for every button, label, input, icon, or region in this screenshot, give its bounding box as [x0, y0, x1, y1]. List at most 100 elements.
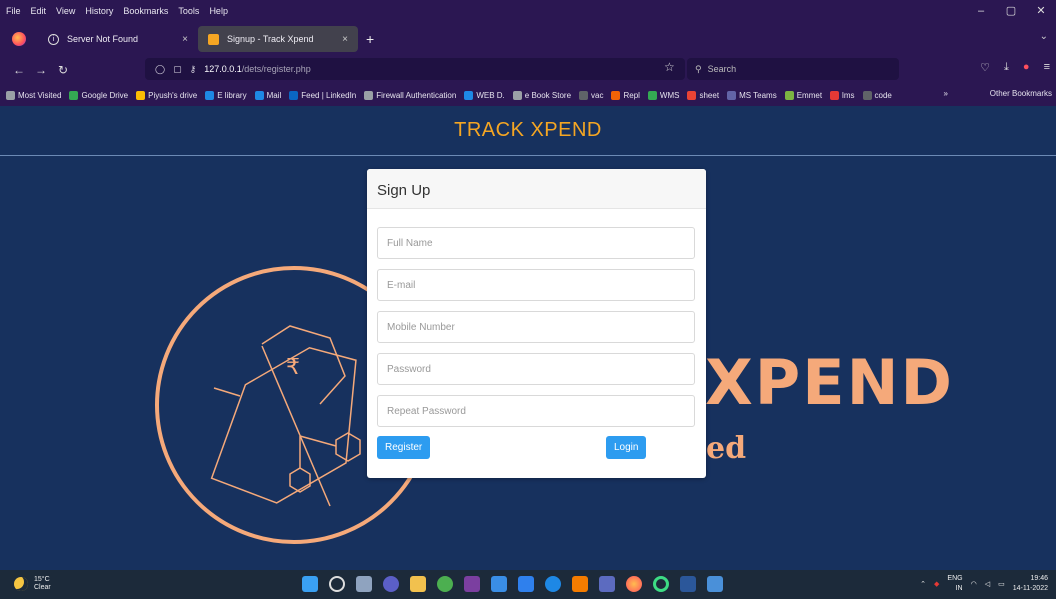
clock[interactable]: 19:46 14-11-2022: [1013, 574, 1048, 594]
background-brand-subtext: ed: [706, 431, 747, 466]
tab-close-icon[interactable]: ×: [182, 34, 188, 45]
bookmark-item[interactable]: MS Teams: [727, 90, 777, 100]
bookmark-label: e Book Store: [524, 90, 572, 100]
chat-icon[interactable]: [383, 576, 399, 592]
tab-bar: i Server Not Found × Signup - Track Xpen…: [0, 22, 1056, 56]
tray-app-icon[interactable]: ◆: [934, 580, 939, 588]
forward-icon[interactable]: →: [30, 63, 52, 77]
bookmark-favicon-icon: [6, 90, 15, 100]
bookmark-label: Emmet: [796, 90, 823, 100]
bookmark-item[interactable]: Emmet: [784, 90, 823, 100]
bookmark-item[interactable]: WMS: [647, 90, 679, 100]
tab-close-icon[interactable]: ×: [342, 34, 348, 45]
taskbar: 15°C Clear ⌃ ◆ ENG IN ◠ ◁ ▭ 19:46 14-11-…: [0, 570, 1056, 599]
downloads-icon[interactable]: ⤓: [1004, 61, 1009, 74]
tab-title: Signup - Track Xpend: [227, 34, 314, 44]
menu-tools[interactable]: Tools: [178, 6, 199, 16]
bookmark-item[interactable]: Feed | LinkedIn: [289, 90, 356, 100]
bookmarks-overflow-button[interactable]: »: [944, 89, 948, 98]
tab-signup[interactable]: Signup - Track Xpend ×: [198, 26, 358, 52]
bookmark-item[interactable]: WEB D.: [464, 90, 505, 100]
file-explorer-icon[interactable]: [410, 576, 426, 592]
bookmark-star-icon[interactable]: ☆: [664, 60, 675, 74]
bookmark-item[interactable]: Firewall Authentication: [364, 90, 456, 100]
menu-file[interactable]: File: [6, 6, 21, 16]
shield-icon[interactable]: ◯: [155, 64, 165, 75]
bookmark-item[interactable]: sheet: [687, 90, 719, 100]
pocket-icon[interactable]: ♡: [980, 61, 990, 74]
firefox-taskbar-icon[interactable]: [626, 576, 642, 592]
bookmark-item[interactable]: lms: [830, 90, 855, 100]
bookmark-label: MS Teams: [739, 90, 777, 100]
bookmark-label: Google Drive: [81, 90, 129, 100]
background-brand-text: XPEND: [705, 346, 954, 419]
permissions-key-icon[interactable]: ⚷: [190, 64, 197, 75]
vscode-icon[interactable]: [518, 576, 534, 592]
calendar-icon[interactable]: [599, 576, 615, 592]
reload-icon[interactable]: ↻: [52, 63, 74, 77]
info-icon: i: [48, 33, 59, 45]
xampp-icon[interactable]: [572, 576, 588, 592]
task-view-icon[interactable]: [356, 576, 372, 592]
bookmark-favicon-icon: [464, 90, 474, 100]
bookmark-item[interactable]: Most Visited: [6, 90, 61, 100]
circle-app-icon[interactable]: [653, 576, 669, 592]
search-input[interactable]: ⚲ Search: [687, 58, 899, 80]
close-window-button[interactable]: ✕: [1026, 0, 1056, 22]
bookmark-item[interactable]: E library: [205, 90, 247, 100]
app-icon[interactable]: [464, 576, 480, 592]
tab-list-icon[interactable]: ⌄: [1040, 31, 1048, 42]
bookmark-favicon-icon: [687, 90, 697, 100]
bookmark-item[interactable]: code: [862, 90, 892, 100]
weather-widget[interactable]: 15°C Clear: [14, 576, 51, 592]
bookmark-item[interactable]: Piyush's drive: [136, 90, 197, 100]
maximize-button[interactable]: ▢: [996, 0, 1026, 22]
other-bookmarks-folder[interactable]: Other Bookmarks: [990, 89, 1052, 98]
bookmark-item[interactable]: Mail: [254, 90, 281, 100]
bookmark-item[interactable]: vac: [579, 90, 603, 100]
register-button[interactable]: Register: [377, 436, 431, 459]
language-indicator[interactable]: ENG IN: [947, 574, 962, 594]
bookmark-favicon-icon: [727, 90, 737, 100]
volume-icon[interactable]: ◁: [985, 580, 990, 588]
battery-icon[interactable]: ▭: [998, 580, 1005, 588]
full-name-field[interactable]: Full Name: [377, 227, 695, 259]
photos-icon[interactable]: [707, 576, 723, 592]
mobile-field[interactable]: Mobile Number: [377, 311, 695, 343]
bookmark-item[interactable]: Google Drive: [69, 90, 129, 100]
repeat-password-field[interactable]: Repeat Password: [377, 395, 695, 427]
new-tab-button[interactable]: +: [366, 31, 374, 47]
url-bar[interactable]: ◯ ▢ ⚷ 127.0.0.1/dets/register.php: [145, 58, 685, 80]
chevron-up-icon[interactable]: ⌃: [920, 580, 926, 588]
menu-edit[interactable]: Edit: [31, 6, 47, 16]
url-host: 127.0.0.1: [204, 64, 242, 74]
wifi-icon[interactable]: ◠: [971, 580, 977, 588]
tab-server-not-found[interactable]: i Server Not Found ×: [38, 26, 198, 52]
bookmark-favicon-icon: [136, 90, 146, 100]
email-field[interactable]: E-mail: [377, 269, 695, 301]
moon-icon: [14, 577, 28, 591]
bookmark-item[interactable]: Repl: [611, 90, 640, 100]
menu-help[interactable]: Help: [209, 6, 228, 16]
weather-condition: Clear: [34, 584, 51, 591]
menu-view[interactable]: View: [56, 6, 75, 16]
search-icon[interactable]: [329, 576, 345, 592]
password-field[interactable]: Password: [377, 353, 695, 385]
search-icon: ⚲: [695, 63, 702, 74]
start-icon[interactable]: [302, 576, 318, 592]
chrome-icon[interactable]: [437, 576, 453, 592]
signup-card: Sign Up Full Name E-mail Mobile Number P…: [367, 169, 706, 478]
github-icon[interactable]: [545, 576, 561, 592]
lang-code: ENG: [947, 575, 963, 582]
word-icon[interactable]: [680, 576, 696, 592]
bookmark-item[interactable]: e Book Store: [512, 90, 572, 100]
login-button[interactable]: Login: [606, 436, 647, 459]
back-icon[interactable]: ←: [8, 63, 30, 77]
menu-icon[interactable]: ≡: [1044, 61, 1050, 74]
bookmark-favicon-icon: [862, 90, 872, 100]
notepad-icon[interactable]: [491, 576, 507, 592]
menu-bookmarks[interactable]: Bookmarks: [123, 6, 168, 16]
extension-icon[interactable]: ●: [1023, 61, 1030, 74]
minimize-button[interactable]: –: [966, 0, 996, 22]
menu-history[interactable]: History: [85, 6, 113, 16]
